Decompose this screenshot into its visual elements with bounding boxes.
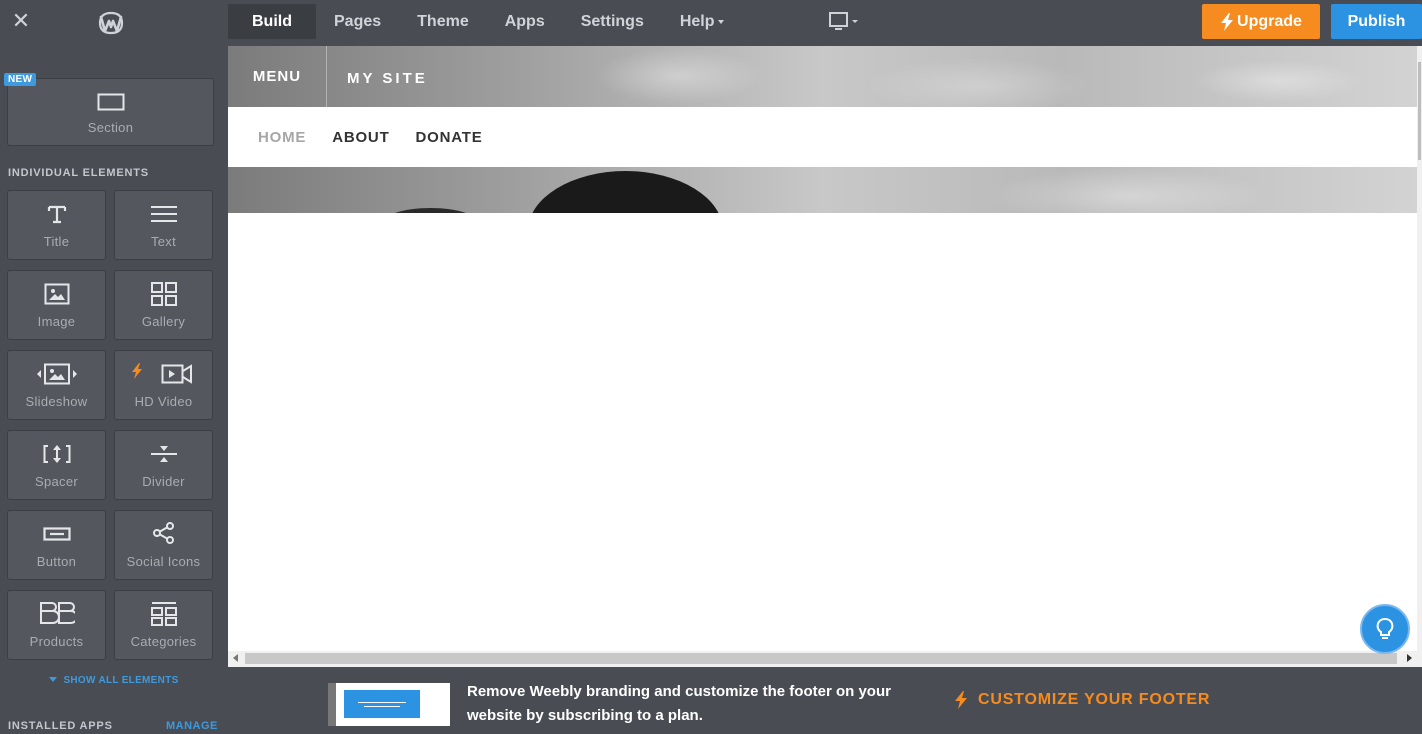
element-label: Image: [37, 314, 76, 329]
element-label: Slideshow: [25, 394, 88, 409]
lightning-icon: [132, 363, 142, 379]
text-icon: [150, 206, 177, 222]
element-products[interactable]: Products: [7, 590, 106, 660]
slideshow-icon: [36, 363, 77, 385]
element-title[interactable]: Title: [7, 190, 106, 260]
footer-preview-thumbnail: [328, 683, 450, 726]
site-canvas: MENU MY SITE HOME ABOUT DONATE: [228, 46, 1422, 667]
triangle-down-icon: [49, 677, 58, 682]
element-image[interactable]: Image: [7, 270, 106, 340]
section-label: Section: [87, 120, 134, 135]
customize-footer-label: CUSTOMIZE YOUR FOOTER: [978, 691, 1211, 708]
tab-theme[interactable]: Theme: [399, 4, 487, 39]
site-nav: HOME ABOUT DONATE: [228, 107, 1417, 167]
element-label: Products: [29, 634, 84, 649]
button-icon: [42, 527, 71, 541]
main-tabs: Build Pages Theme Apps Settings Help: [228, 4, 742, 39]
element-label: Categories: [130, 634, 197, 649]
vertical-scrollbar-thumb[interactable]: [1418, 62, 1421, 160]
element-label: Text: [150, 234, 177, 249]
title-icon: [47, 205, 66, 224]
section-icon: [97, 93, 124, 111]
tab-apps[interactable]: Apps: [487, 4, 563, 39]
footer-promo-text: Remove Weebly branding and customize the…: [467, 683, 891, 724]
show-all-label: SHOW ALL ELEMENTS: [63, 675, 179, 686]
publish-button[interactable]: Publish: [1331, 4, 1422, 39]
manage-apps-link[interactable]: MANAGE: [166, 720, 218, 732]
top-toolbar: ✕ Build Pages Theme Apps Settings Help U…: [0, 0, 1422, 46]
element-categories[interactable]: Categories: [114, 590, 213, 660]
hd-video-icon: [161, 364, 192, 384]
page-content-area[interactable]: [228, 213, 1422, 667]
lightbulb-icon: [1376, 618, 1394, 639]
image-icon: [44, 283, 69, 305]
element-hd-video[interactable]: HD Video: [114, 350, 213, 420]
close-icon[interactable]: ✕: [10, 10, 32, 34]
upgrade-button[interactable]: Upgrade: [1202, 4, 1320, 39]
show-all-elements-link[interactable]: SHOW ALL ELEMENTS: [0, 675, 228, 686]
site-title[interactable]: MY SITE: [347, 70, 428, 87]
horizontal-scrollbar-thumb[interactable]: [245, 653, 1397, 664]
element-label: Divider: [142, 474, 185, 489]
tab-pages[interactable]: Pages: [316, 4, 399, 39]
tips-button[interactable]: [1360, 604, 1410, 654]
element-label: Spacer: [35, 474, 78, 489]
footer-promo-bar: Remove Weebly branding and customize the…: [228, 667, 1422, 734]
new-badge: NEW: [4, 73, 37, 86]
element-slideshow[interactable]: Slideshow: [7, 350, 106, 420]
installed-apps-heading: INSTALLED APPS: [8, 720, 113, 732]
lightning-icon: [955, 691, 967, 709]
chevron-down-icon: [717, 19, 724, 24]
scroll-left-icon[interactable]: [233, 654, 238, 662]
element-divider[interactable]: Divider: [114, 430, 213, 500]
nav-about[interactable]: ABOUT: [332, 129, 389, 146]
spacer-icon: [43, 445, 70, 463]
tab-build[interactable]: Build: [228, 4, 316, 39]
element-gallery[interactable]: Gallery: [114, 270, 213, 340]
nav-donate[interactable]: DONATE: [416, 129, 483, 146]
desktop-preview-icon[interactable]: [828, 11, 860, 33]
social-icons-icon: [152, 522, 174, 544]
element-spacer[interactable]: Spacer: [7, 430, 106, 500]
tab-help-label: Help: [679, 13, 715, 30]
scroll-right-icon[interactable]: [1407, 654, 1412, 662]
divider-icon: [150, 446, 177, 462]
individual-elements-heading: INDIVIDUAL ELEMENTS: [8, 167, 149, 179]
nav-home[interactable]: HOME: [258, 129, 306, 146]
site-menu-button[interactable]: MENU: [228, 46, 327, 107]
section-tile[interactable]: Section: [7, 78, 214, 146]
products-icon: [39, 602, 75, 624]
tab-settings[interactable]: Settings: [563, 4, 662, 39]
categories-icon: [150, 602, 177, 626]
element-label: Button: [36, 554, 77, 569]
upgrade-label: Upgrade: [1237, 12, 1302, 30]
tab-help[interactable]: Help: [662, 4, 742, 39]
element-label: Gallery: [141, 314, 186, 329]
element-text[interactable]: Text: [114, 190, 213, 260]
customize-footer-link[interactable]: CUSTOMIZE YOUR FOOTER: [954, 691, 1210, 709]
element-button[interactable]: Button: [7, 510, 106, 580]
lightning-icon: [1221, 12, 1234, 31]
gallery-icon: [150, 282, 177, 306]
elements-sidebar: Section NEW INDIVIDUAL ELEMENTS Title Te…: [0, 46, 228, 734]
element-label: HD Video: [134, 394, 193, 409]
element-label: Social Icons: [126, 554, 201, 569]
element-social-icons[interactable]: Social Icons: [114, 510, 213, 580]
weebly-logo[interactable]: [97, 10, 125, 36]
element-label: Title: [43, 234, 70, 249]
